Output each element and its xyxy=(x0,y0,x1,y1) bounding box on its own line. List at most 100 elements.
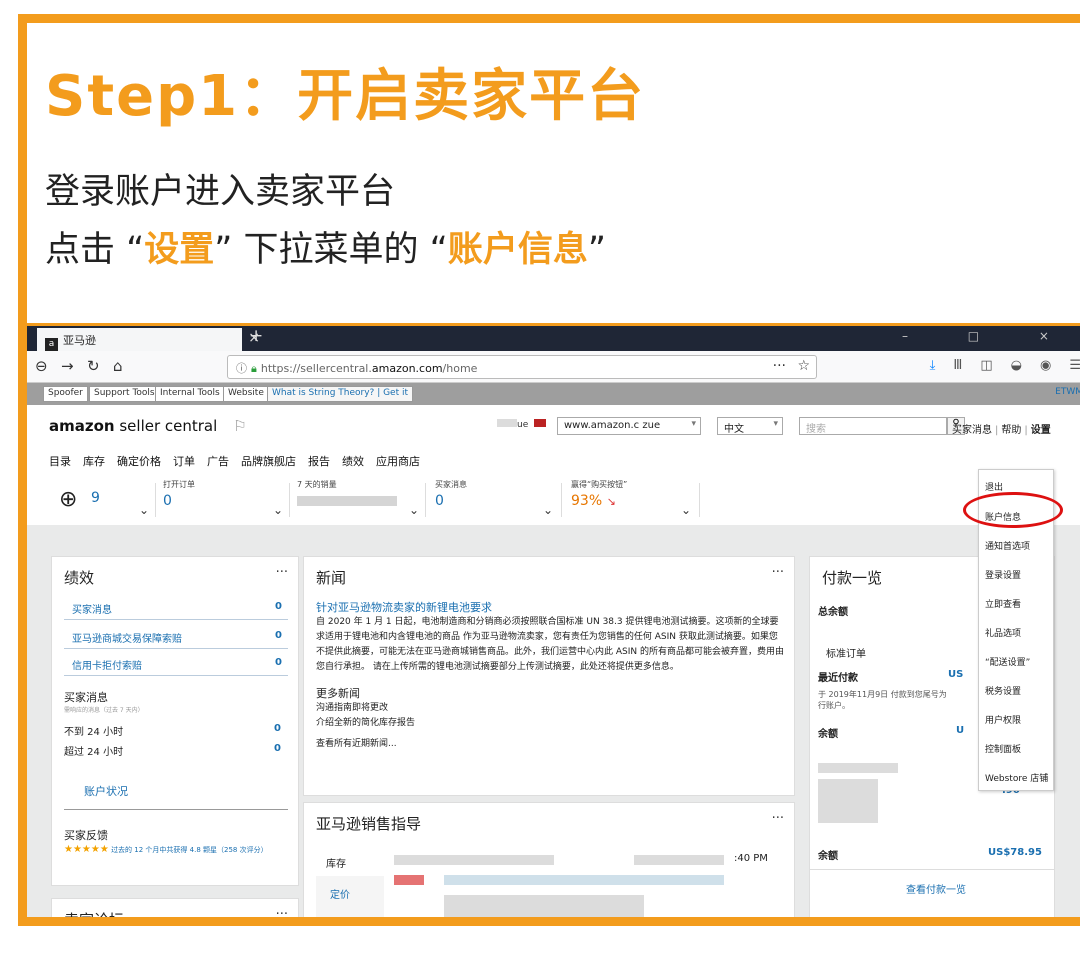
perf-row[interactable]: 信用卡拒付索赔 0 xyxy=(64,657,288,676)
menu-item[interactable]: 确定价格 xyxy=(117,455,161,468)
recent-payment-row: 最近付款 US xyxy=(818,669,963,684)
url-bar[interactable]: ⓘ 🔒︎ https://sellercentral.amazon.com/home… xyxy=(227,355,817,379)
help-link[interactable]: 帮助 xyxy=(1001,425,1021,436)
menu-icon[interactable]: ☰ xyxy=(1069,358,1080,373)
seller-central-logo[interactable]: amazon seller central ⚐ xyxy=(49,417,247,435)
page-actions-icon[interactable]: ··· xyxy=(773,358,786,374)
more-options-icon[interactable]: ··· xyxy=(276,565,288,580)
marketplace-suffix: ue xyxy=(517,420,529,430)
guide-tab[interactable]: 定价 xyxy=(316,876,384,911)
dropdown-item-tax-settings[interactable]: 税务设置 xyxy=(985,684,1021,697)
kpi-value: 0 xyxy=(435,493,444,509)
tab-title: 亚马逊 xyxy=(63,334,96,347)
bookmark-item[interactable]: Internal Tools xyxy=(155,386,225,402)
more-news-title: 更多新闻 xyxy=(316,687,360,700)
dropdown-item-gift-options[interactable]: 礼品选项 xyxy=(985,626,1021,639)
new-tab-icon[interactable]: + xyxy=(249,326,263,346)
bookmarks-bar: Spoofer Support Tools Internal Tools Web… xyxy=(27,383,1080,405)
bookmark-item[interactable]: Support Tools xyxy=(89,386,160,402)
extension2-icon[interactable]: ◉ xyxy=(1040,358,1051,373)
kpi-open-orders[interactable]: 打开订单 0 xyxy=(163,479,195,509)
chevron-down-icon[interactable]: ⌄ xyxy=(273,503,283,517)
globe-icon[interactable]: ⊕ xyxy=(59,487,77,512)
row-label: 不到 24 小时 xyxy=(64,727,124,738)
dropdown-item-notifications[interactable]: 通知首选项 xyxy=(985,539,1030,552)
trend-down-icon: ↘ xyxy=(606,495,616,508)
back-icon[interactable]: ⊖ xyxy=(35,357,48,375)
kpi-label: 赢得“购买按钮” xyxy=(571,480,628,489)
store-select-value: www.amazon.c zue xyxy=(564,420,661,431)
menu-item[interactable]: 绩效 xyxy=(342,455,364,468)
top-links: 买家消息 | 帮助 | 设置 xyxy=(952,421,1051,436)
kpi-buybox[interactable]: 赢得“购买按钮” 93% ↘ xyxy=(571,479,627,509)
more-news-link[interactable]: 沟通指南即将更改 xyxy=(316,701,786,716)
menu-item[interactable]: 广告 xyxy=(207,455,229,468)
reload-icon[interactable]: ↻ xyxy=(87,357,100,375)
flag-icon[interactable]: ⚐ xyxy=(233,417,246,435)
bookmark-item[interactable]: What is String Theory? | Get it xyxy=(267,386,414,402)
dropdown-item-shipping-settings[interactable]: “配送设置” xyxy=(985,655,1030,668)
chevron-down-icon[interactable]: ⌄ xyxy=(409,503,419,517)
sidebar-icon[interactable]: ◫ xyxy=(980,358,992,373)
all-news-link[interactable]: 查看所有近期新闻... xyxy=(316,737,786,752)
kpi-buyer-messages[interactable]: 买家消息 0 xyxy=(435,479,467,509)
total-label: 余额 xyxy=(818,851,838,862)
view-payments-link[interactable]: 查看付款一览 xyxy=(906,881,966,896)
more-news-link[interactable]: 介绍全新的简化库存报告 xyxy=(316,716,786,731)
menu-item[interactable]: 品牌旗舰店 xyxy=(241,455,296,468)
forward-icon[interactable]: → xyxy=(61,357,74,375)
row-label: 超过 24 小时 xyxy=(64,747,124,758)
more-options-icon[interactable]: ··· xyxy=(772,565,784,580)
dropdown-item-view-now[interactable]: 立即查看 xyxy=(985,597,1021,610)
perf-row-label: 买家消息 xyxy=(72,605,112,616)
more-options-icon[interactable]: ··· xyxy=(276,907,288,917)
guide-tab-list: 库存 定价 增长 xyxy=(316,849,384,917)
menu-item[interactable]: 订单 xyxy=(173,455,195,468)
blurred-region xyxy=(634,855,724,865)
perf-row[interactable]: 买家消息 0 xyxy=(64,601,288,620)
extension-icon[interactable]: ◒ xyxy=(1011,358,1022,373)
instr-text: 点击 “ xyxy=(45,230,145,270)
perf-row[interactable]: 亚马逊商城交易保障索赔 0 xyxy=(64,630,288,649)
buyer-messages-sub: 需响应的消息（过去 7 天内） xyxy=(64,707,144,714)
chevron-down-icon[interactable]: ⌄ xyxy=(139,503,149,517)
dropdown-item-webstore[interactable]: Webstore 店铺 xyxy=(985,771,1048,784)
store-select[interactable]: www.amazon.c zue ▾ xyxy=(557,417,701,435)
step-title: Step1：开启卖家平台 xyxy=(45,64,646,129)
bookmark-star-icon[interactable]: ☆ xyxy=(797,358,810,374)
dropdown-item-user-permissions[interactable]: 用户权限 xyxy=(985,713,1021,726)
news-headline[interactable]: 针对亚马逊物流卖家的新锂电池要求 xyxy=(316,599,786,615)
dropdown-item-logout[interactable]: 退出 xyxy=(985,480,1003,493)
under-24-row[interactable]: 不到 24 小时 0 xyxy=(64,723,281,738)
chevron-down-icon[interactable]: ⌄ xyxy=(681,503,691,517)
browser-tab[interactable]: a 亚马逊 × xyxy=(37,328,260,351)
kpi-sales[interactable]: 7 天的销量 xyxy=(297,479,397,510)
divider xyxy=(425,483,426,517)
menu-item[interactable]: 报告 xyxy=(308,455,330,468)
dropdown-item-control-panel[interactable]: 控制面板 xyxy=(985,742,1021,755)
home-icon[interactable]: ⌂ xyxy=(113,357,123,375)
language-select[interactable]: 中文 ▾ xyxy=(717,417,783,435)
us-flag-icon xyxy=(534,419,547,427)
more-options-icon[interactable]: ··· xyxy=(772,811,784,826)
download-icon[interactable]: ⤓ xyxy=(930,358,936,373)
over-24-row[interactable]: 超过 24 小时 0 xyxy=(64,743,281,758)
bookmark-item[interactable]: Spoofer xyxy=(43,386,88,402)
window-controls[interactable]: – □ × xyxy=(902,329,1077,343)
chevron-down-icon[interactable]: ⌄ xyxy=(543,503,553,517)
menu-item[interactable]: 应用商店 xyxy=(376,455,420,468)
divider xyxy=(810,869,1054,870)
settings-link[interactable]: 设置 xyxy=(1031,425,1051,436)
guide-tab[interactable]: 库存 xyxy=(316,849,384,876)
library-icon[interactable]: Ⅲ xyxy=(953,358,962,373)
guide-tab[interactable]: 增长 xyxy=(316,911,384,917)
dropdown-item-login-settings[interactable]: 登录设置 xyxy=(985,568,1021,581)
url-path: /home xyxy=(442,362,478,375)
menu-item[interactable]: 库存 xyxy=(83,455,105,468)
feedback-summary[interactable]: ★★★★★ 过去的 12 个月中共获得 4.8 颗星（258 次评分） xyxy=(64,845,286,855)
bookmark-item[interactable]: Website xyxy=(223,386,269,402)
account-status-link[interactable]: 账户状况 xyxy=(84,783,128,799)
menu-item[interactable]: 目录 xyxy=(49,455,71,468)
search-input[interactable]: 搜索 xyxy=(799,417,947,435)
buyer-messages-link[interactable]: 买家消息 xyxy=(952,425,992,436)
